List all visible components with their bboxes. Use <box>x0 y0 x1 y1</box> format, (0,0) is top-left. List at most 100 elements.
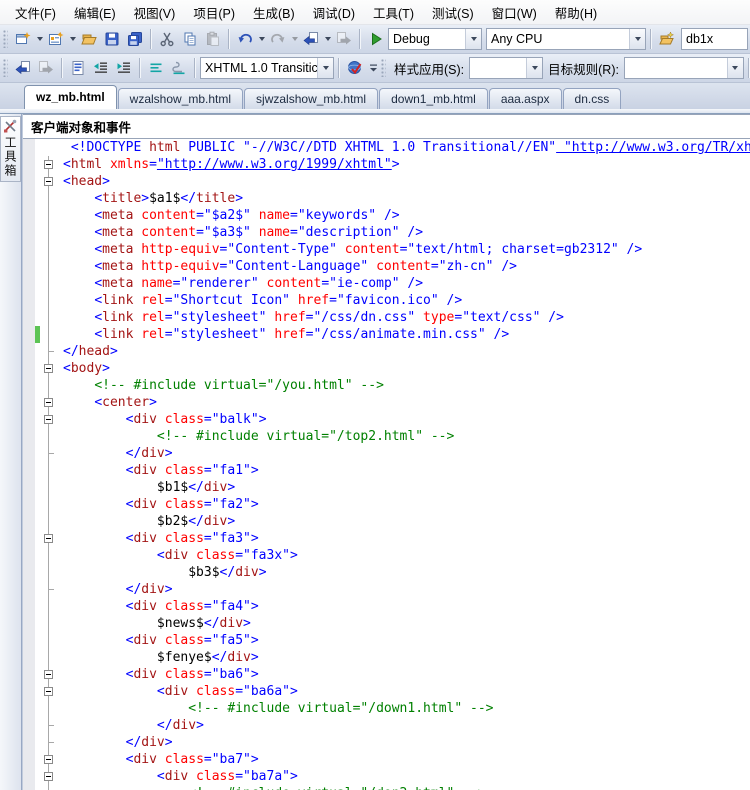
code-line[interactable]: <body> <box>23 360 750 377</box>
outlining-margin[interactable] <box>40 649 58 666</box>
outlining-margin[interactable] <box>40 445 58 462</box>
code-line[interactable]: <center> <box>23 394 750 411</box>
code-line[interactable]: <meta name="renderer" content="ie-comp" … <box>23 275 750 292</box>
code-line[interactable]: <div class="ba6a"> <box>23 683 750 700</box>
indicator-margin[interactable] <box>23 173 35 190</box>
format-lines-button[interactable] <box>145 57 167 79</box>
menu-item[interactable]: 文件(F) <box>6 0 65 26</box>
code-line[interactable]: $b1$</div> <box>23 479 750 496</box>
code-text[interactable]: <center> <box>58 394 157 411</box>
code-text[interactable]: $fenye$</div> <box>58 649 259 666</box>
collapse-box-icon[interactable] <box>44 364 53 373</box>
code-line[interactable]: <!-- #include virtual="/you.html" --> <box>23 377 750 394</box>
code-line[interactable]: </div> <box>23 581 750 598</box>
document-tab[interactable]: wz_mb.html <box>24 85 117 109</box>
add-item-button[interactable] <box>45 28 67 50</box>
outlining-margin[interactable] <box>40 581 58 598</box>
code-text[interactable]: <!-- #include virtual="/top2.html" --> <box>58 428 454 445</box>
code-line[interactable]: <title>$a1$</title> <box>23 190 750 207</box>
indicator-margin[interactable] <box>23 683 35 700</box>
code-text[interactable]: <div class="balk"> <box>58 411 267 428</box>
indicator-margin[interactable] <box>23 309 35 326</box>
indicator-margin[interactable] <box>23 411 35 428</box>
collapse-box-icon[interactable] <box>44 534 53 543</box>
outlining-margin[interactable] <box>40 462 58 479</box>
toolbar-grip[interactable] <box>381 59 386 77</box>
code-text[interactable]: <div class="ba6a"> <box>58 683 298 700</box>
code-line[interactable]: <!-- #include virtual="/top2.html" --> <box>23 428 750 445</box>
document-tab[interactable]: wzalshow_mb.html <box>118 88 243 109</box>
outlining-margin[interactable] <box>40 700 58 717</box>
code-line[interactable]: <link rel="stylesheet" href="/css/dn.css… <box>23 309 750 326</box>
document-tab[interactable]: sjwzalshow_mb.html <box>244 88 378 109</box>
save-button[interactable] <box>101 28 123 50</box>
indicator-margin[interactable] <box>23 224 35 241</box>
code-text[interactable]: <meta content="$a2$" name="keywords" /> <box>58 207 400 224</box>
document-tab[interactable]: aaa.aspx <box>489 88 562 109</box>
outlining-margin[interactable] <box>40 615 58 632</box>
code-line[interactable]: <div class="ba7a"> <box>23 768 750 785</box>
outlining-margin[interactable] <box>40 479 58 496</box>
code-text[interactable]: </div> <box>58 581 173 598</box>
outlining-margin[interactable] <box>40 224 58 241</box>
increase-indent-button[interactable] <box>113 57 135 79</box>
code-line[interactable]: <head> <box>23 173 750 190</box>
code-text[interactable]: $b3$</div> <box>58 564 267 581</box>
outlining-margin[interactable] <box>40 734 58 751</box>
code-line[interactable]: $b3$</div> <box>23 564 750 581</box>
indicator-margin[interactable] <box>23 292 35 309</box>
code-text[interactable]: <html xmlns="http://www.w3.org/1999/xhtm… <box>58 156 400 173</box>
chevron-down-icon[interactable] <box>465 29 481 49</box>
indicator-margin[interactable] <box>23 394 35 411</box>
new-project-dropdown[interactable] <box>35 28 44 50</box>
code-line[interactable]: </div> <box>23 734 750 751</box>
indicator-margin[interactable] <box>23 581 35 598</box>
new-project-button[interactable] <box>12 28 34 50</box>
code-text[interactable]: </head> <box>58 343 118 360</box>
menu-item[interactable]: 项目(P) <box>184 0 244 26</box>
find-in-files-button[interactable] <box>656 28 678 50</box>
code-line[interactable]: </div> <box>23 445 750 462</box>
collapse-box-icon[interactable] <box>44 772 53 781</box>
code-line[interactable]: $fenye$</div> <box>23 649 750 666</box>
redo-dropdown[interactable] <box>290 28 299 50</box>
code-text[interactable]: <div class="fa4"> <box>58 598 259 615</box>
code-line[interactable]: <meta content="$a2$" name="keywords" /> <box>23 207 750 224</box>
indicator-margin[interactable] <box>23 751 35 768</box>
menu-item[interactable]: 帮助(H) <box>546 0 606 26</box>
format-document-button[interactable] <box>67 57 89 79</box>
code-lines[interactable]: <!DOCTYPE html PUBLIC "-//W3C//DTD XHTML… <box>23 139 750 790</box>
indicator-margin[interactable] <box>23 428 35 445</box>
code-line[interactable]: <div class="fa5"> <box>23 632 750 649</box>
indicator-margin[interactable] <box>23 513 35 530</box>
collapse-box-icon[interactable] <box>44 755 53 764</box>
undo-dropdown[interactable] <box>257 28 266 50</box>
outlining-margin[interactable] <box>40 394 58 411</box>
code-text[interactable]: <link rel="Shortcut Icon" href="favicon.… <box>58 292 462 309</box>
menu-item[interactable]: 工具(T) <box>364 0 423 26</box>
outlining-margin[interactable] <box>40 360 58 377</box>
code-line[interactable]: <div class="fa1"> <box>23 462 750 479</box>
code-text[interactable]: <div class="fa2"> <box>58 496 259 513</box>
outlining-margin[interactable] <box>40 326 58 343</box>
indicator-margin[interactable] <box>23 275 35 292</box>
indicator-margin[interactable] <box>23 615 35 632</box>
outlining-margin[interactable] <box>40 547 58 564</box>
code-text[interactable]: </div> <box>58 717 204 734</box>
document-tab[interactable]: down1_mb.html <box>379 88 488 109</box>
indicator-margin[interactable] <box>23 241 35 258</box>
outlining-margin[interactable] <box>40 139 58 156</box>
chevron-down-icon[interactable] <box>727 58 743 78</box>
open-file-button[interactable] <box>78 28 100 50</box>
indicator-margin[interactable] <box>23 530 35 547</box>
outlining-margin[interactable] <box>40 241 58 258</box>
indicator-margin[interactable] <box>23 326 35 343</box>
code-text[interactable]: <div class="ba7a"> <box>58 768 298 785</box>
code-line[interactable]: </head> <box>23 343 750 360</box>
outlining-margin[interactable] <box>40 666 58 683</box>
outlining-margin[interactable] <box>40 717 58 734</box>
chevron-down-icon[interactable] <box>317 58 333 78</box>
indicator-margin[interactable] <box>23 445 35 462</box>
outlining-margin[interactable] <box>40 683 58 700</box>
code-text[interactable]: <head> <box>58 173 110 190</box>
